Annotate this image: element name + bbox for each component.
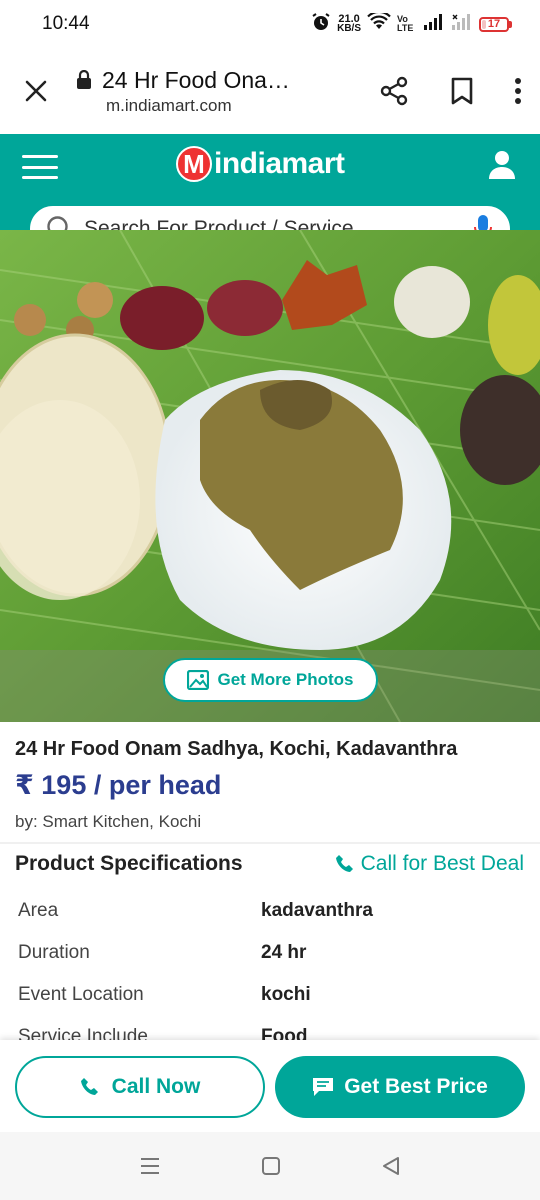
back-icon[interactable] [381,1156,401,1176]
product-title: 24 Hr Food Onam Sadhya, Kochi, Kadavanth… [15,738,458,760]
share-icon [380,76,408,106]
spec-value: kochi [261,984,311,1005]
home-icon[interactable] [261,1156,281,1176]
battery-icon: 17 [479,16,512,32]
signal-2-icon [451,13,473,36]
product-image[interactable]: Get More Photos [0,230,540,722]
status-icons: 21.0 KB/S Vo LTE 17 [311,10,512,37]
get-best-price-label: Get Best Price [344,1075,488,1098]
more-menu-button[interactable] [496,61,540,121]
food-photo [0,230,540,722]
spec-row: Area kadavanthra [18,890,522,932]
system-nav-bar [0,1132,540,1200]
browser-toolbar: 24 Hr Food Ona… m.indiamart.com [0,48,540,134]
close-tab-button[interactable] [0,48,72,134]
user-account-button[interactable] [488,150,516,185]
logo-badge: M [176,146,212,182]
phone-icon [335,855,353,872]
browser-url: m.indiamart.com [106,95,232,115]
bookmark-icon [451,77,473,105]
get-best-price-button[interactable]: Get Best Price [275,1056,525,1118]
browser-page-title: 24 Hr Food Ona… [102,66,290,93]
close-icon [25,80,47,102]
battery-level: 17 [487,18,501,30]
network-speed: 21.0 KB/S [337,14,361,34]
phone-icon [80,1078,98,1095]
action-bar: Call Now Get Best Price [0,1040,540,1132]
menu-icon[interactable] [22,152,58,182]
get-more-photos-label: Get More Photos [217,670,354,689]
divider [0,842,540,844]
call-for-best-deal-label: Call for Best Deal [360,852,524,875]
speed-unit: KB/S [337,23,361,34]
status-time: 10:44 [42,13,90,34]
alarm-icon [311,12,331,37]
spec-table: Area kadavanthra Duration 24 hr Event Lo… [18,890,522,1058]
spec-key: Event Location [18,984,144,1005]
spec-row: Duration 24 hr [18,932,522,974]
spec-key: Duration [18,942,90,963]
more-vert-icon [515,78,521,104]
spec-value: kadavanthra [261,900,373,921]
user-icon [489,151,515,179]
signal-icon [423,13,445,36]
recent-apps-icon[interactable] [139,1156,161,1176]
seller-name[interactable]: by: Smart Kitchen, Kochi [15,812,201,832]
specifications-heading: Product Specifications [15,852,243,875]
gallery-icon [187,670,210,690]
volte-icon: Vo LTE [397,14,414,33]
browser-address[interactable]: 24 Hr Food Ona… m.indiamart.com [72,67,360,116]
logo-text: indiamart [214,147,345,180]
status-bar: 10:44 21.0 KB/S Vo LTE 17 [0,0,540,48]
bookmark-button[interactable] [428,61,496,121]
call-for-best-deal-link[interactable]: Call for Best Deal [335,852,524,876]
message-icon [313,1078,334,1096]
share-button[interactable] [360,61,428,121]
spec-value: 24 hr [261,942,307,963]
wifi-icon [367,10,391,36]
page: 10:44 21.0 KB/S Vo LTE 17 24 Hr Food Ona… [0,0,540,1200]
spec-row: Event Location kochi [18,974,522,1016]
spec-key: Area [18,900,59,921]
product-price: ₹ 195 / per head [15,770,222,800]
indiamart-logo[interactable]: M indiamart [176,146,345,182]
call-now-label: Call Now [111,1075,201,1098]
get-more-photos-button[interactable]: Get More Photos [163,658,378,702]
lock-icon [77,70,91,89]
call-now-button[interactable]: Call Now [15,1056,265,1118]
